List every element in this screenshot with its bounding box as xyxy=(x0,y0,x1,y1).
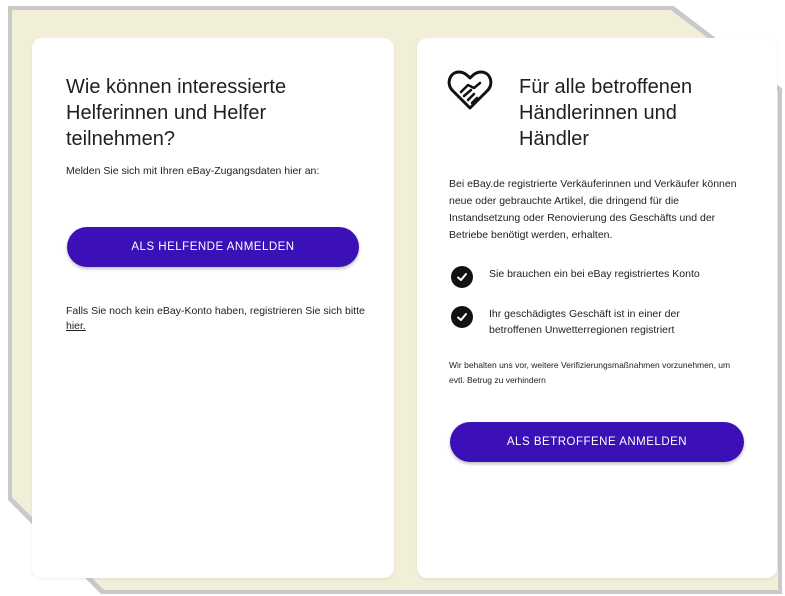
requirement-item: Ihr geschädigtes Geschäft ist in einer d… xyxy=(451,306,709,338)
register-affected-button[interactable]: ALS BETROFFENE ANMELDEN xyxy=(450,422,744,462)
helper-card: Wie können interessierte Helferinnen und… xyxy=(32,38,394,578)
checkmark-icon xyxy=(451,306,473,328)
merchant-card-title: Für alle betroffenen Händlerinnen und Hä… xyxy=(519,76,693,150)
checkmark-icon xyxy=(451,266,473,288)
requirement-label: Sie brauchen ein bei eBay registriertes … xyxy=(489,268,700,280)
heart-handshake-icon xyxy=(447,68,493,112)
register-hint: Falls Sie noch kein eBay-Konto haben, re… xyxy=(66,304,366,334)
requirement-label: Ihr geschädigtes Geschäft ist in einer d… xyxy=(489,308,680,336)
merchant-disclaimer: Wir behalten uns vor, weitere Verifizier… xyxy=(449,360,731,385)
helper-card-intro: Melden Sie sich mit Ihren eBay-Zugangsda… xyxy=(66,165,320,177)
helper-card-title: Wie können interessierte Helferinnen und… xyxy=(66,76,287,150)
register-helper-button[interactable]: ALS HELFENDE ANMELDEN xyxy=(67,227,359,267)
register-link[interactable]: hier. xyxy=(66,320,86,332)
merchant-card-description: Bei eBay.de registrierte Verkäuferinnen … xyxy=(449,178,737,241)
requirement-item: Sie brauchen ein bei eBay registriertes … xyxy=(451,266,729,288)
merchant-card: Für alle betroffenen Händlerinnen und Hä… xyxy=(417,38,777,578)
register-hint-text: Falls Sie noch kein eBay-Konto haben, re… xyxy=(66,305,365,317)
